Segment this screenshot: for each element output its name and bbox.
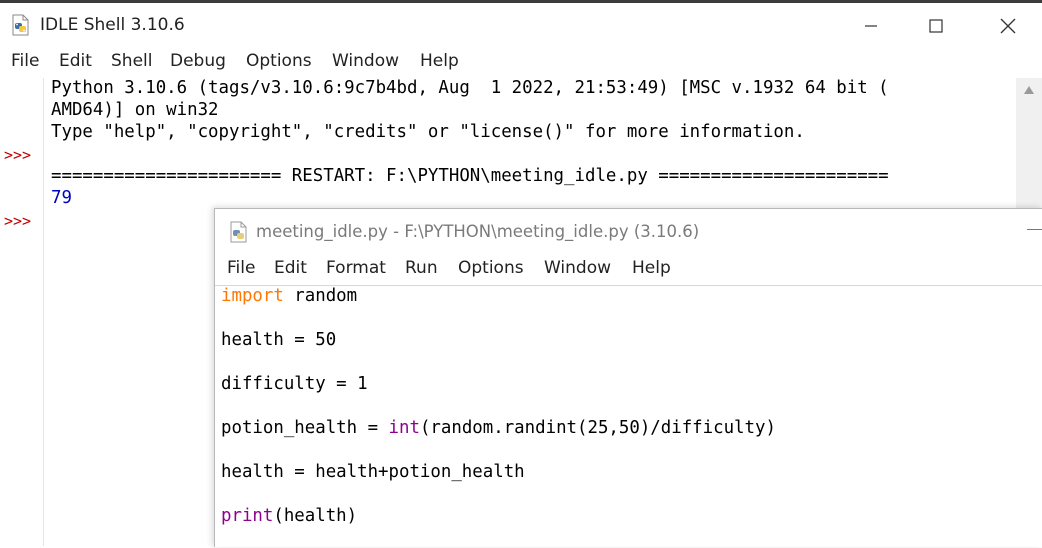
code-token: random (283, 286, 358, 306)
builtin-token: int (388, 418, 420, 438)
code-line-2: health = 50 (221, 330, 337, 350)
banner-line-1: Python 3.10.6 (tags/v3.10.6:9c7b4bd, Aug… (51, 78, 889, 98)
menu-edit[interactable]: Edit (274, 258, 307, 278)
editor-window-title: meeting_idle.py - F:\PYTHON\meeting_idle… (256, 222, 700, 241)
editor-window[interactable]: meeting_idle.py - F:\PYTHON\meeting_idle… (214, 208, 1042, 547)
menu-edit[interactable]: Edit (59, 51, 92, 71)
code-line-6: print(health) (221, 506, 357, 526)
restart-line: ====================== RESTART: F:\PYTHO… (51, 166, 889, 186)
banner-line-3: Type "help", "copyright", "credits" or "… (51, 122, 805, 142)
code-line-5: health = health+potion_health (221, 462, 525, 482)
menu-help[interactable]: Help (420, 51, 459, 71)
menu-options[interactable]: Options (458, 258, 524, 278)
menu-shell[interactable]: Shell (111, 51, 152, 71)
python-file-icon (228, 221, 250, 243)
maximize-button[interactable] (910, 9, 962, 43)
minimize-icon (865, 25, 877, 27)
menu-window[interactable]: Window (332, 51, 399, 71)
code-line-4: potion_health = int(random.randint(25,50… (221, 418, 776, 438)
python-file-icon (10, 14, 32, 36)
shell-prompt: >>> (4, 146, 32, 164)
shell-titlebar[interactable]: IDLE Shell 3.10.6 (0, 3, 1042, 43)
keyword-token: import (221, 286, 284, 306)
close-button[interactable] (982, 9, 1034, 43)
menu-debug[interactable]: Debug (170, 51, 226, 71)
menu-file[interactable]: File (11, 51, 39, 71)
shell-menubar: File Edit Shell Debug Options Window Hel… (0, 48, 1042, 76)
banner-line-2: AMD64)] on win32 (51, 100, 219, 120)
menu-window[interactable]: Window (544, 258, 611, 278)
prompt-gutter: >>> >>> (0, 78, 44, 546)
editor-titlebar[interactable]: meeting_idle.py - F:\PYTHON\meeting_idle… (215, 209, 1042, 253)
shell-window-title: IDLE Shell 3.10.6 (40, 15, 185, 35)
scroll-up-arrow-icon[interactable] (1023, 85, 1035, 95)
code-token: potion_health = (221, 418, 389, 438)
code-token: (random.randint(25,50)/difficulty) (419, 418, 776, 438)
program-output: 79 (51, 188, 72, 208)
minimize-button[interactable] (845, 9, 897, 43)
minimize-icon[interactable] (1027, 229, 1042, 230)
menu-format[interactable]: Format (326, 258, 386, 278)
code-token: (health) (273, 506, 358, 526)
builtin-token: print (221, 506, 274, 526)
menu-file[interactable]: File (227, 258, 255, 278)
menu-run[interactable]: Run (405, 258, 438, 278)
maximize-icon (929, 19, 943, 33)
shell-prompt: >>> (4, 212, 32, 230)
code-line-1: import random (221, 286, 357, 306)
close-icon (1000, 18, 1016, 34)
editor-text-area[interactable]: import random health = 50 difficulty = 1… (215, 285, 1042, 548)
menu-help[interactable]: Help (632, 258, 671, 278)
menu-options[interactable]: Options (246, 51, 312, 71)
code-line-3: difficulty = 1 (221, 374, 368, 394)
editor-menubar: File Edit Format Run Options Window Help (215, 257, 1042, 285)
